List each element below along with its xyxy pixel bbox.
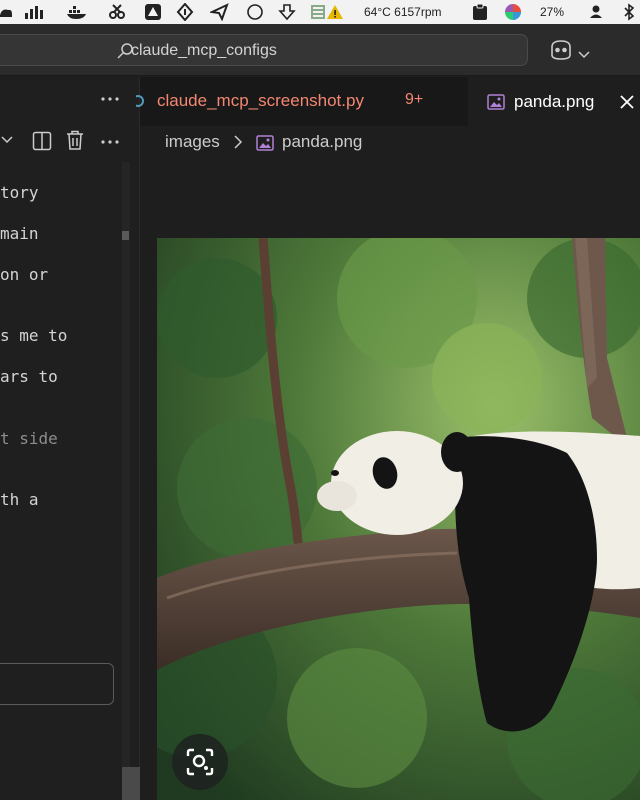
ellipsis-icon bbox=[101, 140, 119, 144]
more-actions-button[interactable] bbox=[100, 91, 122, 107]
circle-icon[interactable] bbox=[245, 3, 265, 21]
bluetooth-icon[interactable] bbox=[622, 3, 636, 21]
drive-icon[interactable] bbox=[144, 3, 162, 21]
chat-text-line: ars to bbox=[0, 367, 58, 386]
download-icon[interactable] bbox=[278, 3, 296, 21]
copilot-icon bbox=[548, 39, 574, 65]
chevron-right-icon bbox=[233, 134, 243, 154]
status-warning-icon[interactable] bbox=[310, 3, 344, 21]
problem-count-badge: 9+ bbox=[405, 91, 424, 108]
command-center-search[interactable]: claude_mcp_configs bbox=[0, 34, 528, 66]
ellipsis-icon bbox=[101, 97, 119, 101]
temperature-fan-readout[interactable]: 64°C 6157rpm bbox=[364, 5, 442, 19]
python-file-icon bbox=[132, 93, 146, 113]
tab-panda-png[interactable]: panda.png bbox=[468, 77, 640, 126]
copilot-menu-button[interactable] bbox=[548, 39, 592, 61]
chat-text-line: t side bbox=[0, 429, 58, 448]
breadcrumb-folder[interactable]: images bbox=[165, 132, 220, 152]
tab-claude-mcp-screenshot[interactable]: claude_mcp_screenshot.py 9+ bbox=[132, 77, 468, 126]
close-icon[interactable] bbox=[620, 94, 634, 113]
stats-icon[interactable] bbox=[24, 3, 46, 21]
chevron-down-icon bbox=[1, 136, 13, 144]
chat-text-line: th a bbox=[0, 490, 39, 509]
location-icon[interactable] bbox=[210, 3, 230, 21]
split-editor-icon bbox=[32, 131, 52, 151]
panda-image bbox=[157, 238, 640, 800]
chat-text-line: main bbox=[0, 224, 39, 243]
title-bar: claude_mcp_configs bbox=[0, 24, 640, 76]
visual-search-button[interactable] bbox=[172, 734, 228, 790]
clipboard-icon[interactable] bbox=[472, 3, 488, 21]
tool-icon[interactable] bbox=[108, 3, 126, 21]
vpn-icon[interactable] bbox=[176, 3, 194, 21]
color-wheel-icon[interactable] bbox=[504, 3, 522, 21]
workspace-name: claude_mcp_configs bbox=[131, 42, 277, 59]
breadcrumb-file[interactable]: panda.png bbox=[282, 132, 362, 152]
cloud-icon[interactable] bbox=[0, 3, 14, 21]
scrollbar-thumb[interactable] bbox=[122, 231, 129, 240]
scrollbar-track[interactable] bbox=[122, 162, 130, 800]
image-file-icon bbox=[256, 135, 274, 155]
clear-button[interactable] bbox=[66, 130, 84, 150]
view-more-button[interactable] bbox=[100, 134, 122, 150]
tab-label: panda.png bbox=[514, 92, 595, 111]
lens-icon bbox=[185, 747, 215, 781]
chat-sidebar: tory main on or s me to ars to t side th… bbox=[0, 77, 142, 800]
editor-tab-bar: claude_mcp_screenshot.py 9+ panda.png bbox=[132, 77, 640, 126]
battery-percent[interactable]: 27% bbox=[540, 5, 564, 19]
chat-text-line: on or bbox=[0, 265, 49, 284]
chat-text-line: tory bbox=[0, 183, 39, 202]
trash-icon bbox=[67, 130, 83, 150]
breadcrumb: images panda.png bbox=[140, 126, 640, 160]
chat-input[interactable] bbox=[0, 663, 114, 705]
collapse-button[interactable] bbox=[0, 131, 14, 149]
tab-label: claude_mcp_screenshot.py bbox=[157, 91, 364, 110]
menu-bar: 64°C 6157rpm 27% bbox=[0, 0, 640, 24]
chat-text-line: s me to bbox=[0, 326, 68, 345]
user-icon[interactable] bbox=[588, 3, 604, 21]
docker-icon[interactable] bbox=[66, 3, 88, 21]
image-file-icon bbox=[487, 94, 505, 114]
chevron-down-icon bbox=[578, 45, 590, 64]
split-editor-button[interactable] bbox=[32, 131, 52, 151]
scrollbar-bottom[interactable] bbox=[122, 767, 142, 800]
